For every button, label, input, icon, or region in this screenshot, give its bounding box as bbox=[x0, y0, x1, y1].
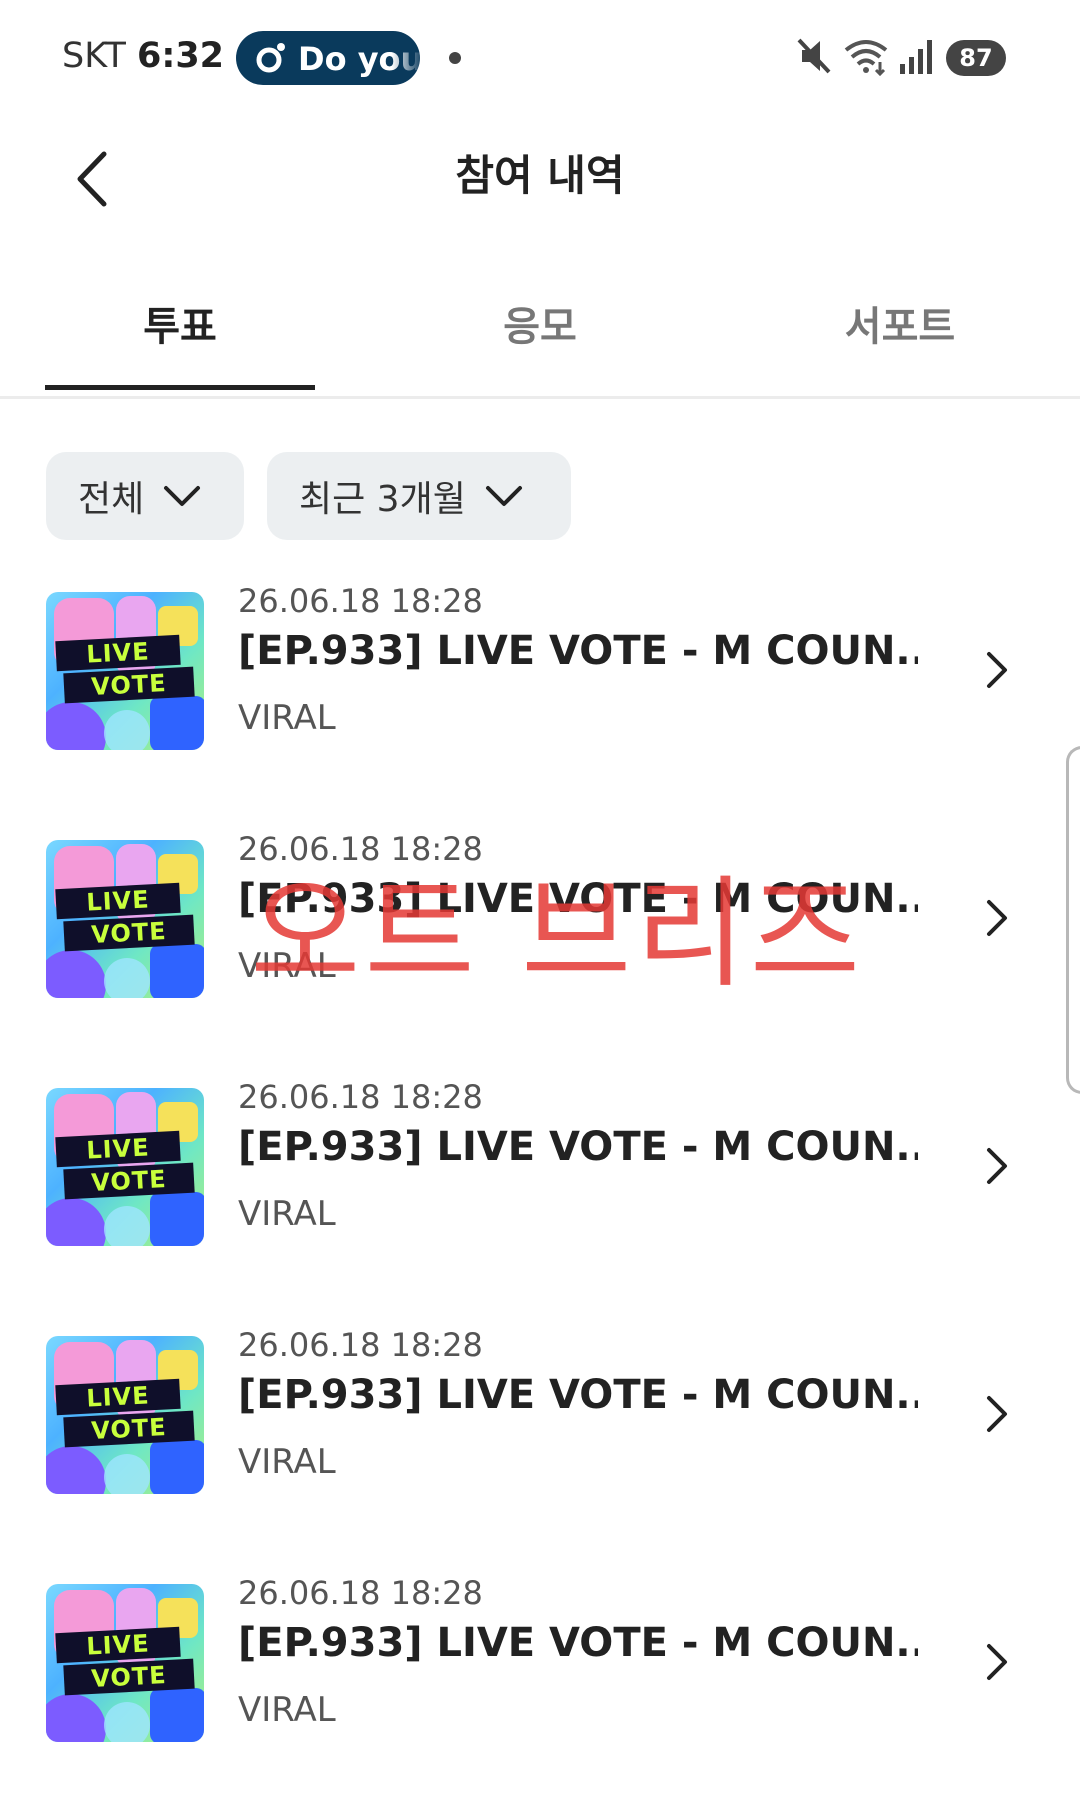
item-date: 26.06.18 18:28 bbox=[238, 582, 483, 620]
item-subtitle: VIRAL bbox=[238, 1690, 336, 1730]
item-title: [EP.933] LIVE VOTE - M COUN... bbox=[238, 1124, 918, 1170]
item-date: 26.06.18 18:28 bbox=[238, 1574, 483, 1612]
music-app-icon bbox=[256, 43, 285, 73]
list-item[interactable]: LIVE VOTE 26.06.18 18:28 [EP.933] LIVE V… bbox=[0, 560, 1080, 808]
scrollbar-handle[interactable] bbox=[1066, 746, 1080, 1094]
item-title: [EP.933] LIVE VOTE - M COUN... bbox=[238, 628, 918, 674]
item-title: [EP.933] LIVE VOTE - M COUN... bbox=[238, 1372, 918, 1418]
page-title: 참여 내역 bbox=[455, 151, 625, 200]
tab-support[interactable]: 서포트 bbox=[720, 294, 1080, 352]
item-subtitle: VIRAL bbox=[238, 698, 336, 738]
thumb-text-live: LIVE bbox=[55, 1626, 181, 1664]
thumb-text-live: LIVE bbox=[55, 634, 181, 672]
wifi-icon bbox=[844, 40, 888, 76]
chevron-down-icon bbox=[164, 486, 201, 506]
thumb-text-live: LIVE bbox=[55, 1378, 181, 1416]
item-subtitle: VIRAL bbox=[238, 1194, 336, 1234]
list-item[interactable]: LIVE VOTE 26.06.18 18:28 [EP.933] LIVE V… bbox=[0, 1552, 1080, 1800]
app-header: 참여 내역 bbox=[0, 120, 1080, 240]
item-subtitle: VIRAL bbox=[238, 1442, 336, 1482]
notification-text: Do you bbox=[298, 40, 420, 78]
battery-icon: 87 bbox=[946, 40, 1006, 76]
carrier-time: SKT 6:32 bbox=[62, 36, 224, 76]
item-date: 26.06.18 18:28 bbox=[238, 1078, 483, 1116]
vote-thumbnail: LIVE VOTE bbox=[46, 840, 204, 998]
vote-thumbnail: LIVE VOTE bbox=[46, 1336, 204, 1494]
vote-thumbnail: LIVE VOTE bbox=[46, 1088, 204, 1246]
carrier-label: SKT bbox=[62, 36, 126, 76]
chevron-right-icon bbox=[987, 1396, 1007, 1432]
mute-icon bbox=[797, 38, 831, 74]
chevron-right-icon bbox=[987, 900, 1007, 936]
period-filter-label: 최근 3개월 bbox=[299, 479, 466, 520]
category-filter-label: 전체 bbox=[78, 479, 145, 520]
chevron-right-icon bbox=[987, 1644, 1007, 1680]
signal-icon bbox=[900, 40, 932, 74]
item-date: 26.06.18 18:28 bbox=[238, 1326, 483, 1364]
period-filter-dropdown[interactable]: 최근 3개월 bbox=[267, 452, 571, 540]
tab-entry[interactable]: 응모 bbox=[360, 294, 720, 352]
notification-dot bbox=[449, 52, 461, 64]
watermark-text: 오트 브리즈 bbox=[250, 865, 865, 1004]
list-item[interactable]: LIVE VOTE 26.06.18 18:28 [EP.933] LIVE V… bbox=[0, 1056, 1080, 1304]
active-tab-indicator bbox=[45, 385, 315, 390]
tab-vote[interactable]: 투표 bbox=[0, 294, 360, 352]
clock: 6:32 bbox=[136, 36, 225, 76]
vote-thumbnail: LIVE VOTE bbox=[46, 592, 204, 750]
status-bar: SKT 6:32 Do you 87 bbox=[0, 0, 1080, 120]
chevron-down-icon bbox=[485, 486, 522, 506]
list-item[interactable]: LIVE VOTE 26.06.18 18:28 [EP.933] LIVE V… bbox=[0, 1304, 1080, 1552]
chevron-right-icon bbox=[987, 1148, 1007, 1184]
thumb-text-live: LIVE bbox=[55, 882, 181, 920]
vote-thumbnail: LIVE VOTE bbox=[46, 1584, 204, 1742]
chevron-right-icon bbox=[987, 652, 1007, 688]
tab-bar: 투표 응모 서포트 bbox=[0, 250, 1080, 399]
notification-pill[interactable]: Do you bbox=[236, 31, 420, 85]
item-title: [EP.933] LIVE VOTE - M COUN... bbox=[238, 1620, 918, 1666]
thumb-text-live: LIVE bbox=[55, 1130, 181, 1168]
category-filter-dropdown[interactable]: 전체 bbox=[46, 452, 244, 540]
